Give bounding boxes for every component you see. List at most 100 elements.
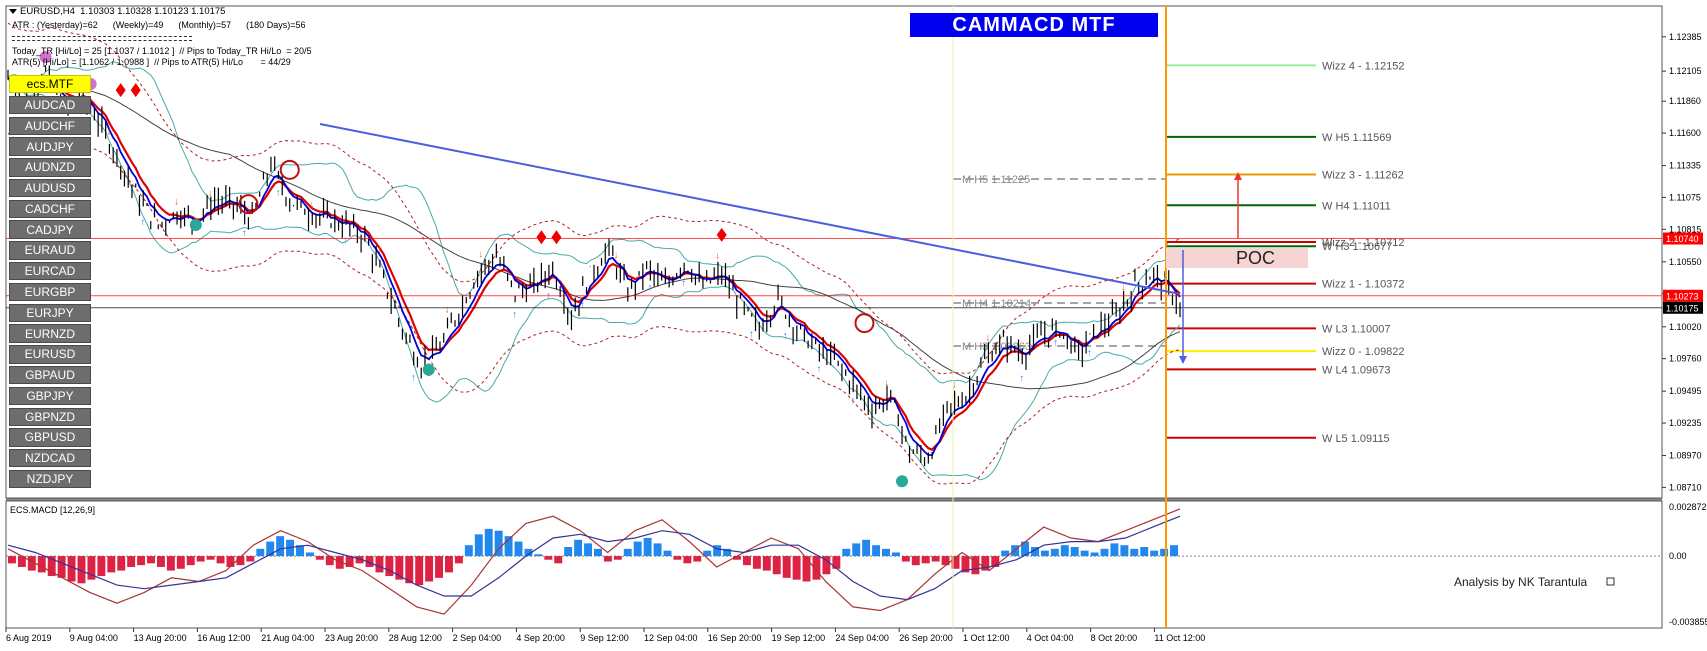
macd-histogram-bar	[921, 556, 930, 564]
macd-histogram-bar	[693, 556, 702, 562]
symbol-button-eurnzd[interactable]: EURNZD	[9, 324, 91, 343]
macd-histogram-bar	[1060, 545, 1069, 557]
x-tick-label: 4 Oct 04:00	[1027, 633, 1074, 643]
macd-histogram-bar	[1120, 545, 1129, 557]
buy-arrow-icon: ↑	[512, 310, 517, 321]
sell-arrow-icon: ↓	[918, 433, 923, 444]
header-today-line: Today_TR [Hi/Lo] = 25 [1.1037 / 1.1012 ]…	[12, 46, 312, 56]
symbol-button-audchf[interactable]: AUDCHF	[9, 116, 91, 135]
buy-arrow-icon: ↑	[681, 278, 686, 289]
macd-histogram-bar	[1070, 547, 1079, 557]
x-tick-label: 16 Aug 12:00	[197, 633, 250, 643]
collapse-icon[interactable]	[9, 9, 17, 14]
macd-histogram-bar	[454, 556, 463, 564]
y-tick-label: 1.10550	[1669, 257, 1702, 267]
x-tick-label: 23 Aug 20:00	[325, 633, 378, 643]
symbol-button-nzdcad[interactable]: NZDCAD	[9, 449, 91, 468]
macd-histogram-bar	[216, 556, 225, 564]
macd-histogram-bar	[673, 556, 682, 560]
macd-histogram-bar	[891, 552, 900, 557]
symbol-button-eurusd[interactable]: EURUSD	[9, 345, 91, 364]
symbol-button-cadchf[interactable]: CADCHF	[9, 199, 91, 219]
buy-arrow-icon: ↑	[1053, 338, 1058, 349]
symbol-button-gbpusd[interactable]: GBPUSD	[9, 428, 91, 447]
red-diamond-marker	[551, 230, 562, 245]
x-tick-label: 21 Aug 04:00	[261, 633, 314, 643]
x-tick-label: 9 Sep 12:00	[580, 633, 629, 643]
macd-histogram-bar	[415, 556, 424, 586]
x-tick-label: 12 Sep 04:00	[644, 633, 698, 643]
y-tick-label: 1.11860	[1669, 96, 1701, 106]
macd-histogram-bar	[603, 556, 612, 562]
y-tick-label: 1.08710	[1669, 482, 1702, 492]
symbol-button-nzdjpy[interactable]: NZDJPY	[9, 469, 91, 489]
wizz-up-arrowhead	[1234, 172, 1242, 180]
trendline[interactable]	[319, 123, 1181, 295]
macd-histogram-bar	[971, 556, 980, 575]
sell-arrow-icon: ↓	[985, 332, 990, 343]
macd-histogram-bar	[246, 556, 255, 562]
symbol-button-euraud[interactable]: EURAUD	[9, 241, 91, 260]
macd-histogram-bar	[862, 539, 871, 557]
sell-arrow-icon: ↓	[377, 244, 382, 255]
red-diamond-marker	[130, 83, 141, 98]
macd-title: ECS.MACD [12,26,9]	[10, 505, 95, 515]
macd-histogram-bar	[544, 556, 553, 560]
macd-histogram-bar	[137, 556, 146, 566]
header-divider	[12, 36, 192, 37]
symbol-button-audnzd[interactable]: AUDNZD	[9, 158, 91, 177]
symbol-button-audjpy[interactable]: AUDJPY	[9, 137, 91, 156]
macd-histogram-bar	[385, 556, 394, 577]
macd-histogram-bar	[315, 556, 324, 560]
symbol-button-audusd[interactable]: AUDUSD	[9, 178, 91, 198]
macd-histogram-bar	[435, 556, 444, 578]
symbol-button-gbpaud[interactable]: GBPAUD	[9, 365, 91, 385]
macd-histogram-bar	[1050, 548, 1059, 557]
y-tick-label: 1.12105	[1669, 66, 1702, 76]
macd-histogram-bar	[127, 556, 136, 567]
macd-y-tick-label: 0.0028721	[1669, 502, 1707, 512]
symbol-button-gbpnzd[interactable]: GBPNZD	[9, 407, 91, 426]
y-tick-label: 1.11600	[1669, 128, 1701, 138]
symbol-button-audcad[interactable]: AUDCAD	[9, 95, 91, 115]
x-tick-label: 13 Aug 20:00	[134, 633, 187, 643]
macd-histogram-bar	[1080, 550, 1089, 557]
symbol-button-cadjpy[interactable]: CADJPY	[9, 220, 91, 239]
header-atr-line: ATR : (Yesterday)=62 (Weekly)=49 (Monthl…	[12, 20, 306, 30]
symbol-button-eurcad[interactable]: EURCAD	[9, 262, 91, 281]
macd-y-tick-label: 0.00	[1669, 551, 1687, 561]
buy-arrow-icon: ↑	[242, 228, 247, 239]
x-tick-label: 1 Oct 12:00	[963, 633, 1010, 643]
symbol-button-eurgbp[interactable]: EURGBP	[9, 282, 91, 302]
sell-arrow-icon: ↓	[614, 250, 619, 261]
y-tick-label: 1.09235	[1669, 418, 1702, 428]
price-tag-label: 1.10273	[1666, 291, 1699, 301]
macd-histogram-bar	[474, 534, 483, 557]
macd-histogram-bar	[584, 543, 592, 557]
macd-histogram-bar	[594, 548, 602, 557]
macd-histogram-bar	[792, 556, 801, 580]
ema-red-line	[7, 76, 1181, 451]
y-tick-label: 1.09760	[1669, 354, 1702, 364]
y-tick-label: 1.10020	[1669, 322, 1702, 332]
chart-canvas: W H5 1.11569W H4 1.11011W H3 1.10677W L3…	[5, 5, 1707, 643]
red-diamond-marker	[716, 227, 727, 242]
x-tick-label: 16 Sep 20:00	[708, 633, 762, 643]
macd-histogram-bar	[901, 556, 910, 562]
red-circle-marker	[854, 313, 875, 334]
macd-histogram-bar	[643, 537, 652, 557]
macd-histogram-bar	[683, 556, 692, 564]
x-tick-label: 19 Sep 12:00	[772, 633, 826, 643]
pivot-level-label: Wizz 3 - 1.11262	[1322, 170, 1404, 182]
symbol-button-eurjpy[interactable]: EURJPY	[9, 303, 91, 322]
red-circle-marker	[279, 159, 300, 180]
macd-histogram-bar	[186, 556, 195, 566]
sell-arrow-icon: ↓	[884, 378, 889, 389]
macd-histogram-bar	[802, 556, 811, 582]
x-tick-label: 26 Sep 20:00	[899, 633, 953, 643]
symbol-button-gbpjpy[interactable]: GBPJPY	[9, 386, 91, 406]
x-tick-label: 9 Aug 04:00	[70, 633, 118, 643]
buy-arrow-icon: ↑	[343, 235, 348, 246]
symbol-button-active[interactable]: ecs.MTF	[9, 75, 91, 94]
buy-arrow-icon: ↑	[749, 329, 754, 340]
